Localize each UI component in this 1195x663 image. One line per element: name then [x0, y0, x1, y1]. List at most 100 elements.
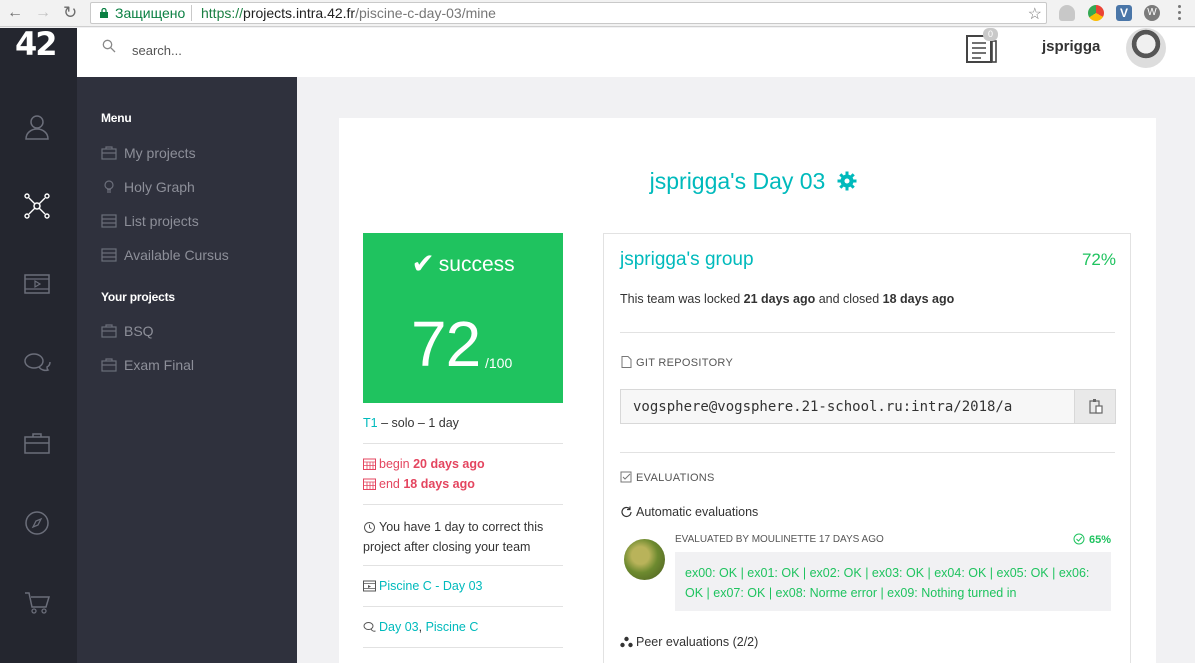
your-projects-title: Your projects: [101, 290, 175, 304]
git-label-text: GIT REPOSITORY: [636, 357, 734, 369]
divider: [620, 452, 1115, 453]
logo-42[interactable]: 42: [15, 28, 58, 60]
extension-chrome-icon[interactable]: [1088, 5, 1104, 21]
url-host: projects.intra.42.fr: [243, 5, 356, 21]
divider: [620, 332, 1115, 333]
eval-percent-value: 65%: [1088, 534, 1111, 546]
sidebar-item-my-projects[interactable]: My projects: [101, 145, 196, 161]
briefcase-icon[interactable]: [23, 429, 51, 457]
clipboard-icon: [1089, 399, 1103, 414]
link-separator: ,: [418, 620, 426, 634]
git-url[interactable]: vogsphere@vogsphere.21-school.ru:intra/2…: [633, 399, 1063, 415]
user-icon[interactable]: [23, 113, 51, 141]
video-icon: [363, 580, 376, 592]
graph-icon[interactable]: [23, 192, 51, 220]
gear-icon[interactable]: [837, 171, 857, 191]
evaluator-avatar[interactable]: [624, 539, 665, 580]
git-repo-field[interactable]: vogsphere@vogsphere.21-school.ru:intra/2…: [620, 389, 1116, 424]
lock-icon: [100, 8, 108, 18]
lock-prefix: This team was locked: [620, 292, 744, 306]
begin-label: begin: [379, 457, 414, 471]
tier-label: T1: [363, 416, 378, 430]
score-max: /100: [485, 355, 513, 371]
briefcase-icon: [101, 324, 117, 338]
url-scheme: https://: [201, 5, 244, 21]
page-title: jsprigga's Day 03: [649, 168, 826, 194]
file-icon: [621, 356, 632, 368]
reload-icon[interactable]: ↻: [63, 4, 77, 22]
secure-label: Защищено: [115, 5, 186, 21]
extension-vk-icon[interactable]: V: [1116, 5, 1132, 21]
chat-icon[interactable]: [23, 350, 51, 378]
project-card: jsprigga's Day 03 ✔ success 72 /100 T1 – …: [339, 118, 1156, 663]
sidebar-item-available-cursus[interactable]: Available Cursus: [101, 247, 229, 263]
divider: [363, 504, 563, 505]
sidebar-item-label: Available Cursus: [124, 247, 229, 263]
related-links: Day 03, Piscine C: [363, 620, 563, 634]
sidebar-item-exam-final[interactable]: Exam Final: [101, 357, 194, 373]
lock-mid: and closed: [815, 292, 883, 306]
copy-button[interactable]: [1074, 390, 1115, 423]
evaluation-percent: 65%: [1073, 533, 1111, 546]
group-name[interactable]: jsprigga's group: [620, 249, 754, 271]
sidebar-item-label: Holy Graph: [124, 179, 195, 195]
url-text[interactable]: https://projects.intra.42.fr/piscine-c-d…: [201, 5, 496, 22]
browser-menu-icon[interactable]: [1178, 5, 1182, 21]
icon-rail: 42: [0, 28, 77, 663]
menu-title: Menu: [101, 111, 132, 125]
bookmark-star-icon[interactable]: ☆: [1028, 4, 1042, 24]
search-icon: [102, 39, 116, 53]
extension-w-icon[interactable]: W: [1144, 5, 1160, 21]
compass-icon[interactable]: [23, 509, 51, 537]
cart-icon[interactable]: [23, 588, 51, 616]
sidebar-item-list-projects[interactable]: List projects: [101, 213, 199, 229]
list-icon: [101, 214, 117, 228]
address-bar[interactable]: Защищено https://projects.intra.42.fr/pi…: [90, 2, 1047, 24]
group-percent: 72%: [1081, 250, 1116, 269]
checkbox-icon: [620, 471, 632, 483]
begin-value: 20 days ago: [413, 457, 485, 471]
tier-desc: – solo – 1 day: [377, 416, 459, 430]
end-value: 18 days ago: [403, 477, 475, 491]
link-piscine[interactable]: Piscine C: [426, 620, 479, 634]
closed-ago: 18 days ago: [882, 292, 955, 306]
divider: [363, 443, 563, 444]
automatic-evaluations-title: Automatic evaluations: [620, 505, 758, 519]
link-day[interactable]: Day 03: [379, 620, 419, 634]
peer-eval-label: Peer evaluations (2/2): [636, 635, 759, 649]
sidebar-item-holy-graph[interactable]: Holy Graph: [101, 179, 195, 195]
avatar[interactable]: [1126, 28, 1166, 68]
final-score: 72: [411, 308, 481, 380]
peer-evaluations-title: Peer evaluations (2/2): [620, 635, 758, 649]
list-icon: [101, 248, 117, 262]
evaluated-by: EVALUATED BY MOULINETTE 17 DAYS AGO: [675, 534, 884, 545]
tier-info: T1 – solo – 1 day: [363, 416, 563, 430]
status-label: ✔ success: [363, 247, 563, 280]
evaluations-label-text: EVALUATIONS: [636, 472, 715, 484]
check-circle-icon: [1073, 533, 1085, 545]
bulb-icon: [104, 180, 114, 193]
divider: [363, 606, 563, 607]
refresh-icon: [621, 506, 632, 518]
browser-toolbar: ← → ↻ Защищено https://projects.intra.42…: [0, 0, 1195, 27]
extension-cloud-icon[interactable]: [1059, 5, 1075, 21]
correction-text: You have 1 day to correct this project a…: [363, 520, 544, 554]
username[interactable]: jsprigga: [1042, 38, 1100, 55]
search-input[interactable]: [132, 40, 332, 60]
url-path: /piscine-c-day-03/mine: [355, 5, 496, 21]
briefcase-icon: [101, 358, 117, 372]
back-arrow-icon[interactable]: ←: [7, 4, 23, 22]
lock-status: This team was locked 21 days ago and clo…: [620, 292, 954, 306]
forward-arrow-icon[interactable]: →: [35, 4, 51, 22]
notification-count-badge: 0: [983, 28, 998, 41]
url-divider: [191, 5, 192, 21]
project-link[interactable]: Piscine C - Day 03: [363, 579, 563, 593]
sidebar-item-label: BSQ: [124, 323, 154, 339]
project-link-label: Piscine C - Day 03: [379, 579, 483, 593]
video-icon[interactable]: [23, 270, 51, 298]
end-date: end 18 days ago: [363, 477, 563, 491]
sidebar-item-bsq[interactable]: BSQ: [101, 323, 154, 339]
peers-icon: [620, 636, 633, 648]
divider: [363, 565, 563, 566]
evaluations-section-label: EVALUATIONS: [620, 471, 715, 484]
